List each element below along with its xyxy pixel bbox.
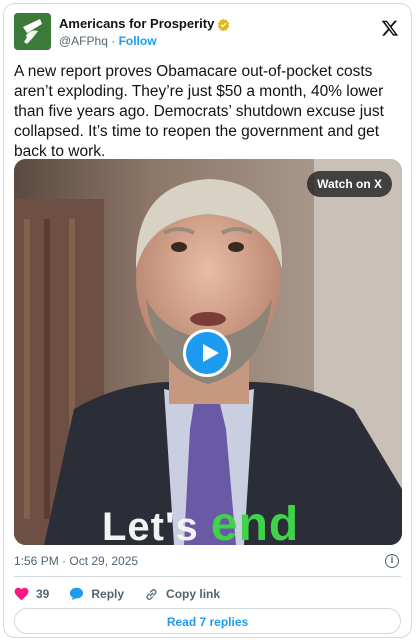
play-icon[interactable] (183, 329, 231, 377)
torch-logo-icon (14, 13, 51, 50)
author-name[interactable]: Americans for Prosperity (59, 16, 214, 32)
timestamp[interactable]: 1:56 PM · Oct 29, 2025 (14, 554, 138, 568)
reply-label: Reply (91, 587, 125, 601)
verified-badge-icon (218, 18, 230, 31)
link-icon (146, 588, 157, 600)
avatar[interactable] (14, 13, 51, 50)
follow-button[interactable]: Follow (119, 34, 157, 48)
watch-on-x-button[interactable]: Watch on X (307, 171, 392, 197)
info-icon[interactable]: i (385, 554, 399, 568)
copy-link-button[interactable]: Copy link (144, 587, 220, 602)
reply-button[interactable]: Reply (69, 587, 124, 601)
action-bar: 39 Reply Copy link (14, 584, 240, 604)
author-handle[interactable]: @AFPhq (59, 34, 108, 48)
reply-bubble-icon (70, 587, 84, 601)
divider (14, 576, 401, 577)
caption-white-text: Let's (102, 505, 211, 545)
copy-link-label: Copy link (166, 587, 221, 601)
tweet-card: Americans for Prosperity @AFPhq · Follow… (3, 3, 412, 638)
heart-icon (14, 587, 29, 601)
like-button[interactable]: 39 (14, 587, 49, 601)
caption-green-text: end (210, 498, 300, 545)
read-replies-button[interactable]: Read 7 replies (14, 608, 401, 634)
tweet-text: A new report proves Obamacare out-of-poc… (14, 63, 384, 160)
tweet-header: Americans for Prosperity @AFPhq · Follow (14, 13, 401, 53)
x-logo-icon[interactable] (381, 19, 399, 37)
author-block: Americans for Prosperity @AFPhq · Follow (59, 16, 230, 49)
separator-dot: · (111, 34, 116, 48)
like-count: 39 (36, 587, 50, 601)
tweet-meta: 1:56 PM · Oct 29, 2025 i (14, 554, 399, 572)
video-caption: Let's end (102, 497, 299, 545)
video-player[interactable]: Watch on X Let's end (14, 159, 402, 545)
